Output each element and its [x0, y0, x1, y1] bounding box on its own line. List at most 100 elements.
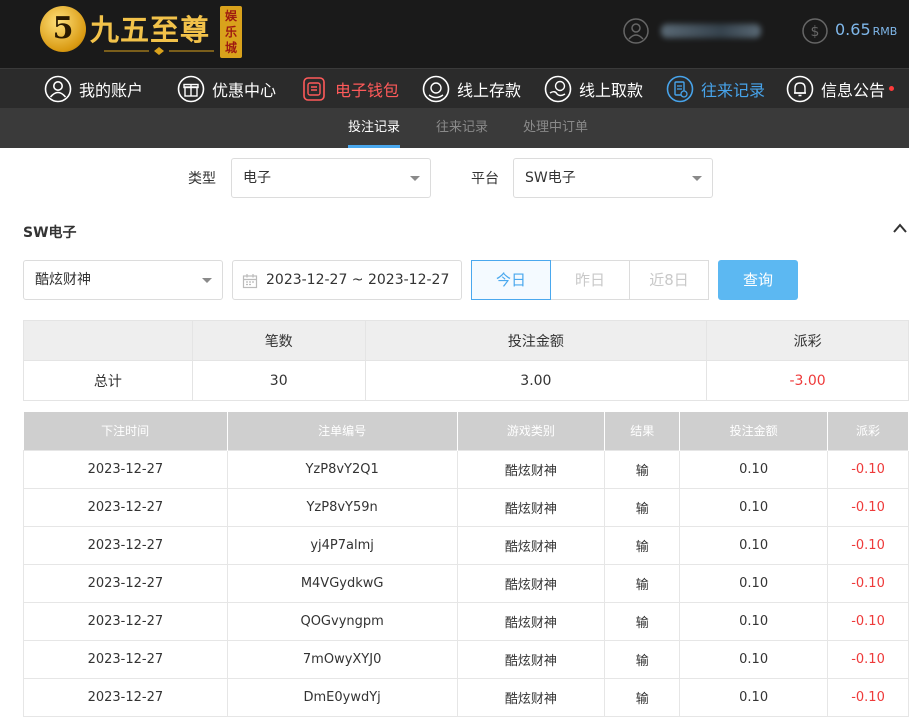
bet-amount-cell: 0.10	[679, 677, 829, 717]
logo-emblem: 5	[40, 6, 86, 52]
payout-cell: -0.10	[827, 487, 909, 527]
nav-promotions[interactable]: 优惠中心	[177, 69, 276, 109]
calendar-icon	[242, 274, 258, 289]
summary-table: 笔数 投注金额 派彩 总计 30 3.00 -3.00	[23, 320, 909, 401]
table-row: 2023-12-27 M4VGydkwG 酷炫财神输 0.10 -0.10	[23, 563, 909, 603]
game-select-value: 酷炫财神	[35, 272, 91, 288]
main-nav: 我的账户 优惠中心 电子钱包 线上存款 线上取款 往来记录 信息公告	[0, 68, 909, 108]
payout-cell: -0.10	[827, 563, 909, 603]
svg-text:$: $	[811, 24, 820, 40]
game-type-cell: 酷炫财神	[456, 525, 606, 565]
user-avatar-icon[interactable]	[623, 18, 649, 44]
bet-amount-cell: 0.10	[679, 449, 829, 489]
chevron-down-icon	[202, 278, 212, 283]
bell-icon	[786, 75, 814, 103]
logo-text: 九五至尊	[90, 13, 211, 47]
bet-id-cell: M4VGydkwG	[226, 563, 458, 603]
bet-time-cell: 2023-12-27	[23, 525, 228, 565]
unread-dot	[889, 86, 895, 91]
game-type-cell: 酷炫财神	[456, 563, 606, 603]
nav-e-wallet[interactable]: 电子钱包	[300, 69, 399, 109]
game-type-cell: 酷炫财神	[456, 449, 606, 489]
bet-amount-cell: 0.10	[679, 525, 829, 565]
bet-id-cell: YzP8vY59n	[226, 487, 458, 527]
bet-time-cell: 2023-12-27	[23, 563, 228, 603]
balance-value: 0.65	[835, 20, 871, 39]
nav-label-wrap: 信息公告	[821, 77, 895, 101]
query-button[interactable]: 查询	[718, 260, 798, 300]
records-icon	[666, 75, 694, 103]
game-select[interactable]: 酷炫财神	[23, 260, 223, 300]
payout-cell: -0.10	[827, 677, 909, 717]
type-select[interactable]: 电子	[231, 158, 431, 198]
bet-id-cell: QOGvyngpm	[226, 601, 458, 641]
bet-amount-cell: 0.10	[679, 601, 829, 641]
records-header-row: 下注时间 注单编号 游戏类别 结果 投注金额 派彩	[23, 412, 909, 450]
bet-amount-cell: 0.10	[679, 487, 829, 527]
nav-announcements[interactable]: 信息公告	[786, 69, 895, 109]
balance-display: 0.65 RMB	[835, 20, 897, 39]
nav-label: 往来记录	[701, 81, 766, 100]
date-range-value: 2023-12-27 ~ 2023-12-27	[266, 272, 450, 288]
wallet-icon	[303, 77, 325, 101]
total-bet-amount: 3.00	[364, 360, 708, 401]
yesterday-button[interactable]: 昨日	[550, 260, 630, 300]
payout-cell: -0.10	[827, 639, 909, 679]
bet-id-cell: DmE0ywdYj	[226, 677, 458, 717]
gift-icon	[177, 75, 205, 103]
result-cell: 输	[604, 563, 681, 603]
tab-pending-orders[interactable]: 处理中订单	[523, 108, 588, 148]
result-cell: 输	[604, 487, 681, 527]
platform-select[interactable]: SW电子	[513, 158, 713, 198]
nav-label: 信息公告	[821, 81, 886, 100]
result-cell: 输	[604, 525, 681, 565]
summary-header-cell: 笔数	[191, 320, 366, 361]
chevron-down-icon	[692, 176, 702, 181]
tab-bet-records[interactable]: 投注记录	[348, 108, 401, 148]
platform-select-value: SW电子	[525, 170, 576, 186]
payout-cell: -0.10	[827, 601, 909, 641]
nav-online-withdraw[interactable]: 线上取款	[544, 69, 643, 109]
payout-cell: -0.10	[827, 449, 909, 489]
date-range-input[interactable]: 2023-12-27 ~ 2023-12-27	[232, 260, 462, 300]
nav-my-account[interactable]: 我的账户	[44, 69, 143, 109]
column-header: 注单编号	[227, 412, 458, 450]
bet-time-cell: 2023-12-27	[23, 677, 228, 717]
sub-nav: 投注记录 往来记录 处理中订单	[0, 108, 909, 148]
nav-label: 线上取款	[579, 81, 644, 100]
result-cell: 输	[604, 677, 681, 717]
total-label: 总计	[23, 360, 193, 401]
game-type-cell: 酷炫财神	[456, 601, 606, 641]
nav-transaction-records[interactable]: 往来记录	[666, 69, 765, 109]
last-8-days-button[interactable]: 近8日	[629, 260, 709, 300]
summary-header-row: 笔数 投注金额 派彩	[23, 320, 909, 361]
total-payout: -3.00	[706, 360, 909, 401]
bet-time-cell: 2023-12-27	[23, 449, 228, 489]
username-redacted	[661, 24, 761, 38]
platform-label: 平台	[471, 171, 499, 187]
withdraw-icon	[544, 75, 572, 103]
bet-time-cell: 2023-12-27	[23, 601, 228, 641]
type-select-value: 电子	[243, 170, 271, 186]
today-button[interactable]: 今日	[471, 260, 551, 300]
tab-transaction-records[interactable]: 往来记录	[436, 108, 488, 148]
column-header: 投注金额	[679, 412, 829, 450]
top-bar: 5 九五至尊 娱乐城 $ 0.65 RMB	[0, 0, 909, 68]
table-row: 2023-12-27 DmE0ywdYj 酷炫财神输 0.10 -0.10	[23, 677, 909, 717]
column-header: 结果	[604, 412, 681, 450]
bet-amount-cell: 0.10	[679, 563, 829, 603]
column-header: 下注时间	[23, 412, 228, 450]
column-header: 派彩	[827, 412, 909, 450]
balance-unit: RMB	[872, 25, 898, 38]
nav-label: 电子钱包	[335, 81, 400, 100]
nav-label: 线上存款	[457, 81, 522, 100]
section-title: SW电子	[23, 225, 77, 241]
chevron-down-icon	[410, 176, 420, 181]
summary-header-cell: 派彩	[706, 320, 909, 361]
table-row: 2023-12-27 QOGvyngpm 酷炫财神输 0.10 -0.10	[23, 601, 909, 641]
bet-records-table: 下注时间 注单编号 游戏类别 结果 投注金额 派彩 2023-12-27 YzP8…	[23, 412, 909, 717]
chevron-up-icon[interactable]	[892, 222, 908, 234]
total-count: 30	[191, 360, 366, 401]
nav-online-deposit[interactable]: 线上存款	[422, 69, 521, 109]
type-label: 类型	[188, 171, 216, 187]
